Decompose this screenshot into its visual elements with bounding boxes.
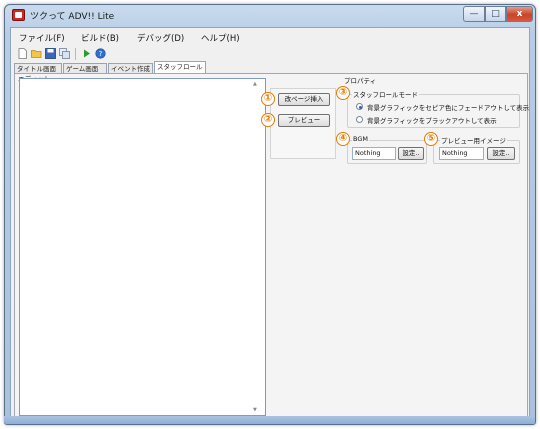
menu-file[interactable]: ファイル(F) [19,32,65,44]
scroll-up-arrow-icon[interactable]: ▲ [253,81,257,87]
staff-roll-mode-legend: スタッフロールモード [352,89,419,99]
marker-4: ④ [336,132,350,146]
radio-sepia-fade-label[interactable]: 背景グラフィックをセピア色にフェードアウトして表示 [367,102,529,112]
radio-blackout[interactable] [356,116,363,123]
bgm-value: Nothing [352,147,396,160]
preview-image-value: Nothing [439,147,484,160]
toolbar-separator [75,48,76,60]
insert-page-break-button[interactable]: 改ページ挿入 [278,93,330,106]
help-icon[interactable]: ? [95,48,106,59]
properties-caption: プロパティ [344,77,377,85]
marker-2: ② [261,113,275,127]
menu-debug[interactable]: デバッグ(D) [137,32,184,44]
svg-text:?: ? [99,50,103,58]
staff-roll-editor[interactable]: ▲ ▼ [19,78,266,416]
window-bottom-edge [4,416,535,424]
open-folder-icon[interactable] [31,48,42,59]
title-bar: ツクって ADV!! Lite — □ x [5,5,535,27]
radio-blackout-label[interactable]: 背景グラフィックをブラックアウトして表示 [367,115,497,125]
radio-sepia-fade[interactable] [356,103,363,110]
preview-image-legend: プレビュー用イメージ [440,135,507,145]
marker-5: ⑤ [424,132,438,146]
bgm-settings-button[interactable]: 設定.. [398,147,424,160]
minimize-button[interactable]: — [463,6,485,22]
marker-1: ① [261,92,275,106]
maximize-button[interactable]: □ [485,6,506,22]
new-file-icon[interactable] [17,48,28,59]
menu-bar: ファイル(F) ビルド(B) デバッグ(D) ヘルプ(H) [11,30,529,46]
app-window: ツクって ADV!! Lite — □ x ファイル(F) ビルド(B) デバッ… [4,4,536,425]
menu-build[interactable]: ビルド(B) [81,32,119,44]
preview-image-settings-button[interactable]: 設定.. [487,147,515,160]
app-logo-icon [12,9,25,21]
copy-icon[interactable] [59,48,70,59]
toolbar: ? [11,46,529,62]
play-icon[interactable] [81,48,92,59]
close-button[interactable]: x [506,6,533,22]
preview-image-group: プレビュー用イメージ Nothing 設定.. [433,135,520,164]
window-title: ツクって ADV!! Lite [30,12,115,22]
bgm-group: BGM Nothing 設定.. [347,135,427,164]
marker-3: ③ [336,86,350,100]
client-area: ファイル(F) ビルド(B) デバッグ(D) ヘルプ(H) ? タイトル画面 ゲ… [10,27,530,420]
staff-roll-mode-group: スタッフロールモード 背景グラフィックをセピア色にフェードアウトして表示 背景グ… [347,89,529,128]
menu-help[interactable]: ヘルプ(H) [201,32,240,44]
bgm-legend: BGM [352,135,369,143]
save-icon[interactable] [45,48,56,59]
preview-button[interactable]: プレビュー [278,114,330,127]
scroll-down-arrow-icon[interactable]: ▼ [253,407,257,413]
action-button-group: 改ページ挿入 プレビュー [270,88,336,159]
